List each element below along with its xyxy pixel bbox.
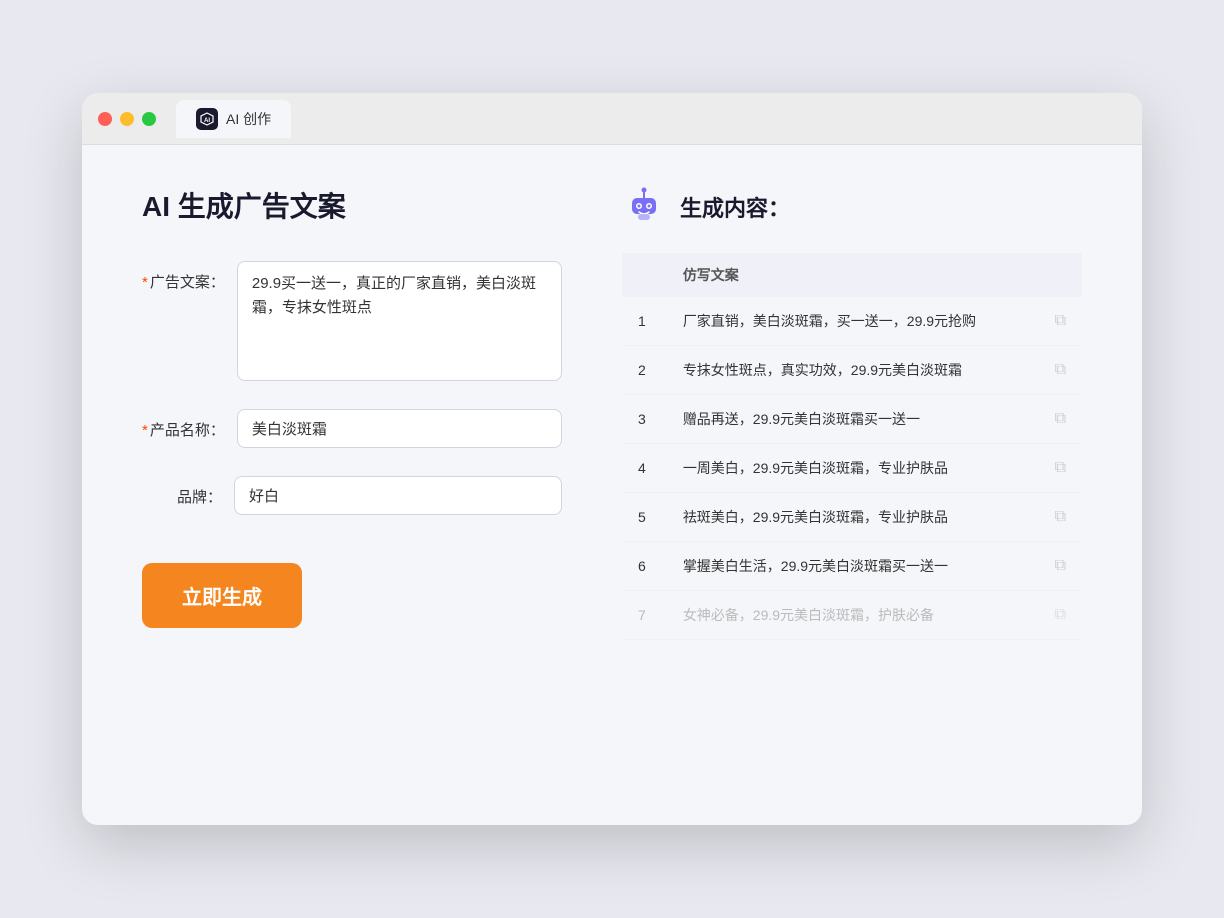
- svg-text:AI: AI: [204, 118, 210, 124]
- right-header: 生成内容：: [622, 185, 1082, 229]
- close-button[interactable]: [98, 112, 112, 126]
- copy-button-cell[interactable]: ⧉: [1033, 444, 1082, 493]
- maximize-button[interactable]: [142, 112, 156, 126]
- row-copy-text: 赠品再送，29.9元美白淡斑霜买一送一: [667, 395, 1033, 444]
- ad-copy-label: *广告文案：: [142, 261, 225, 292]
- row-copy-text: 掌握美白生活，29.9元美白淡斑霜买一送一: [667, 542, 1033, 591]
- copy-icon[interactable]: ⧉: [1055, 410, 1066, 427]
- browser-content: AI 生成广告文案 *广告文案： 29.9买一送一，真正的厂家直销，美白淡斑霜，…: [82, 145, 1142, 825]
- row-number: 3: [622, 395, 667, 444]
- left-panel: AI 生成广告文案 *广告文案： 29.9买一送一，真正的厂家直销，美白淡斑霜，…: [142, 185, 562, 785]
- row-number: 5: [622, 493, 667, 542]
- copy-icon[interactable]: ⧉: [1055, 312, 1066, 329]
- results-table: 仿写文案 1厂家直销，美白淡斑霜，买一送一，29.9元抢购⧉2专抹女性斑点，真实…: [622, 253, 1082, 640]
- row-number: 7: [622, 591, 667, 640]
- row-number: 1: [622, 297, 667, 346]
- copy-button-cell[interactable]: ⧉: [1033, 591, 1082, 640]
- generate-button[interactable]: 立即生成: [142, 563, 302, 628]
- row-copy-text: 女神必备，29.9元美白淡斑霜，护肤必备: [667, 591, 1033, 640]
- table-row: 5祛斑美白，29.9元美白淡斑霜，专业护肤品 ⧉: [622, 493, 1082, 542]
- copy-button-cell[interactable]: ⧉: [1033, 493, 1082, 542]
- copy-button-cell[interactable]: ⧉: [1033, 346, 1082, 395]
- copy-icon[interactable]: ⧉: [1055, 557, 1066, 574]
- product-name-label: *产品名称：: [142, 409, 225, 440]
- copy-icon[interactable]: ⧉: [1055, 459, 1066, 476]
- page-title: AI 生成广告文案: [142, 185, 562, 225]
- browser-titlebar: AI AI 创作: [82, 93, 1142, 145]
- product-name-input[interactable]: [237, 409, 562, 448]
- copy-button-cell[interactable]: ⧉: [1033, 395, 1082, 444]
- copy-icon[interactable]: ⧉: [1055, 361, 1066, 378]
- brand-group: 品牌：: [142, 476, 562, 515]
- right-panel-title: 生成内容：: [680, 191, 790, 223]
- row-number: 4: [622, 444, 667, 493]
- ad-copy-group: *广告文案： 29.9买一送一，真正的厂家直销，美白淡斑霜，专抹女性斑点: [142, 261, 562, 381]
- robot-icon: [622, 185, 666, 229]
- browser-window: AI AI 创作 AI 生成广告文案 *广告文案： 29.9买一送一，真正的厂家…: [82, 93, 1142, 825]
- table-row: 1厂家直销，美白淡斑霜，买一送一，29.9元抢购 ⧉: [622, 297, 1082, 346]
- table-row: 4一周美白，29.9元美白淡斑霜，专业护肤品 ⧉: [622, 444, 1082, 493]
- row-number: 2: [622, 346, 667, 395]
- row-copy-text: 厂家直销，美白淡斑霜，买一送一，29.9元抢购: [667, 297, 1033, 346]
- ad-copy-textarea[interactable]: 29.9买一送一，真正的厂家直销，美白淡斑霜，专抹女性斑点: [237, 261, 562, 381]
- brand-input[interactable]: [234, 476, 562, 515]
- row-copy-text: 祛斑美白，29.9元美白淡斑霜，专业护肤品: [667, 493, 1033, 542]
- minimize-button[interactable]: [120, 112, 134, 126]
- traffic-lights: [98, 112, 156, 126]
- table-row: 6掌握美白生活，29.9元美白淡斑霜买一送一 ⧉: [622, 542, 1082, 591]
- required-star-1: *: [142, 274, 148, 291]
- product-name-group: *产品名称：: [142, 409, 562, 448]
- tab-title: AI 创作: [226, 109, 271, 129]
- required-star-2: *: [142, 422, 148, 439]
- row-number: 6: [622, 542, 667, 591]
- table-header-row: 仿写文案: [622, 253, 1082, 297]
- tab-ai-icon: AI: [196, 108, 218, 130]
- copy-icon[interactable]: ⧉: [1055, 508, 1066, 525]
- row-copy-text: 一周美白，29.9元美白淡斑霜，专业护肤品: [667, 444, 1033, 493]
- table-row: 7女神必备，29.9元美白淡斑霜，护肤必备 ⧉: [622, 591, 1082, 640]
- col-num: [622, 253, 667, 297]
- copy-button-cell[interactable]: ⧉: [1033, 542, 1082, 591]
- table-row: 3赠品再送，29.9元美白淡斑霜买一送一 ⧉: [622, 395, 1082, 444]
- copy-icon[interactable]: ⧉: [1055, 606, 1066, 623]
- row-copy-text: 专抹女性斑点，真实功效，29.9元美白淡斑霜: [667, 346, 1033, 395]
- browser-tab[interactable]: AI AI 创作: [176, 100, 291, 138]
- brand-label: 品牌：: [142, 476, 222, 507]
- right-panel: 生成内容： 仿写文案 1厂家直销，美白淡斑霜，买一送一，29.9元抢购⧉2专抹女…: [622, 185, 1082, 785]
- col-action: [1033, 253, 1082, 297]
- col-copy: 仿写文案: [667, 253, 1033, 297]
- copy-button-cell[interactable]: ⧉: [1033, 297, 1082, 346]
- table-row: 2专抹女性斑点，真实功效，29.9元美白淡斑霜 ⧉: [622, 346, 1082, 395]
